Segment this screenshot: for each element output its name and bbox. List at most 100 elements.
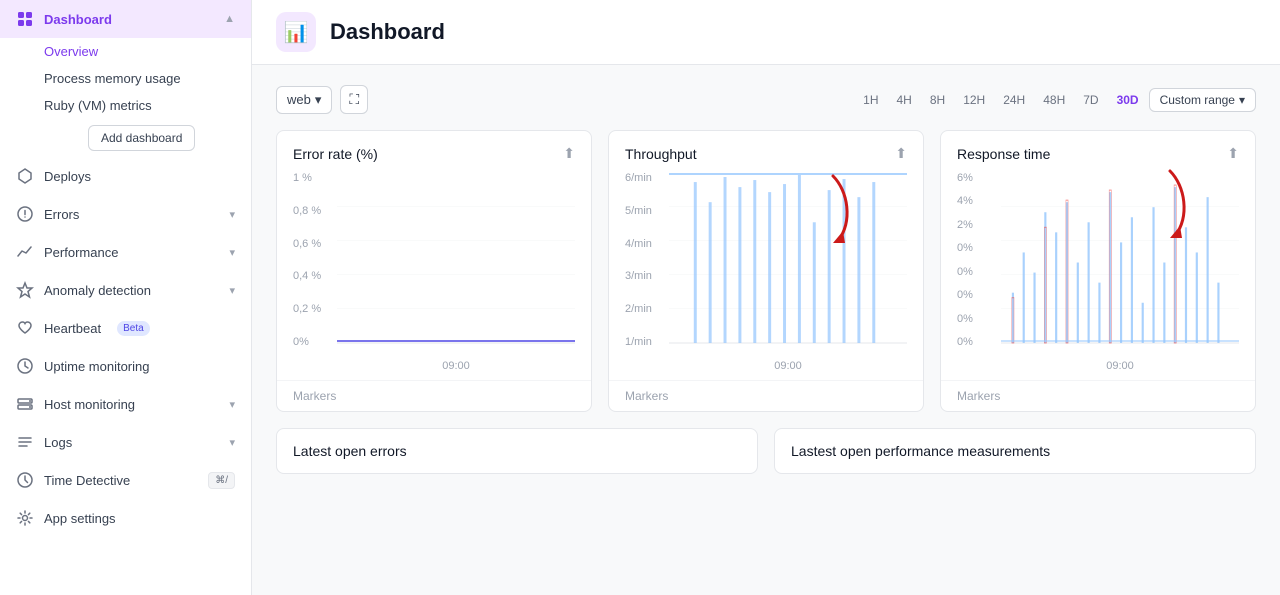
response-time-export-button[interactable]: ⬆ [1227, 145, 1239, 162]
toolbar: web ▾ ⛶ 1H 4H 8H 12H 24H 48H 7D 30D Cust… [276, 85, 1256, 114]
sidebar-item-uptime-label: Uptime monitoring [44, 359, 150, 374]
bottom-cards-row: Latest open errors Lastest open performa… [276, 428, 1256, 474]
uptime-icon [16, 357, 34, 375]
sidebar-item-errors-label: Errors [44, 207, 79, 222]
sidebar-sub-dashboard: Overview Process memory usage Ruby (VM) … [0, 38, 251, 157]
time-btn-4h[interactable]: 4H [889, 89, 920, 111]
sidebar-item-anomaly[interactable]: Anomaly detection ▾ [0, 271, 251, 309]
response-time-card-header: Response time ⬆ [941, 131, 1255, 172]
time-btn-7d[interactable]: 7D [1075, 89, 1106, 111]
sidebar-item-dashboard[interactable]: Dashboard ▲ [0, 0, 251, 38]
sidebar-item-appsettings[interactable]: App settings [0, 499, 251, 537]
dashboard-icon [16, 10, 34, 28]
time-btn-1h[interactable]: 1H [855, 89, 886, 111]
time-range-buttons: 1H 4H 8H 12H 24H 48H 7D 30D Custom range… [855, 88, 1256, 112]
sidebar-item-heartbeat-label: Heartbeat [44, 321, 101, 336]
latest-performance-title: Lastest open performance measurements [791, 443, 1239, 459]
fullscreen-button[interactable]: ⛶ [340, 85, 368, 114]
custom-range-button[interactable]: Custom range ▾ [1149, 88, 1256, 112]
logs-icon [16, 433, 34, 451]
sidebar-item-performance[interactable]: Performance ▾ [0, 233, 251, 271]
latest-errors-card: Latest open errors [276, 428, 758, 474]
sidebar-item-timedetective[interactable]: Time Detective ⌘/ [0, 461, 251, 499]
web-dropdown-arrow: ▾ [315, 92, 322, 108]
web-dropdown-label: web [287, 92, 311, 107]
heartbeat-beta-badge: Beta [117, 321, 150, 336]
sidebar-sub-overview[interactable]: Overview [44, 38, 251, 65]
sidebar-item-appsettings-label: App settings [44, 511, 116, 526]
response-time-time: 09:00 [1001, 360, 1239, 372]
chevron-down-anomaly-icon: ▾ [229, 284, 235, 297]
errors-icon [16, 205, 34, 223]
sidebar-item-host[interactable]: Host monitoring ▾ [0, 385, 251, 423]
time-btn-30d[interactable]: 30D [1109, 89, 1147, 111]
error-rate-plot [337, 172, 575, 348]
response-time-card: Response time ⬆ 6% 4% 2% 0% 0% 0% 0% [940, 130, 1256, 412]
sidebar: Dashboard ▲ Overview Process memory usag… [0, 0, 252, 595]
throughput-plot [669, 172, 907, 348]
metric-cards-row: Error rate (%) ⬆ 1 % 0,8 % 0,6 % 0,4 % 0… [276, 130, 1256, 412]
sidebar-item-dashboard-label: Dashboard [44, 12, 112, 27]
response-time-title: Response time [957, 146, 1050, 162]
throughput-title: Throughput [625, 146, 697, 162]
sidebar-sub-process-memory[interactable]: Process memory usage [44, 65, 251, 92]
sidebar-item-logs[interactable]: Logs ▾ [0, 423, 251, 461]
host-icon [16, 395, 34, 413]
chevron-down-perf-icon: ▾ [229, 246, 235, 259]
error-rate-y-labels: 1 % 0,8 % 0,6 % 0,4 % 0,2 % 0% [293, 172, 333, 348]
response-time-chart: 6% 4% 2% 0% 0% 0% 0% 0% [957, 172, 1239, 372]
main-header: 📊 Dashboard [252, 0, 1280, 65]
chevron-down-host-icon: ▾ [229, 398, 235, 411]
error-rate-export-button[interactable]: ⬆ [563, 145, 575, 162]
add-dashboard-button[interactable]: Add dashboard [88, 125, 195, 151]
response-time-plot [1001, 172, 1239, 348]
custom-range-arrow: ▾ [1239, 93, 1245, 107]
error-rate-time: 09:00 [337, 360, 575, 372]
time-btn-48h[interactable]: 48H [1035, 89, 1073, 111]
page-title: Dashboard [330, 19, 445, 45]
anomaly-icon [16, 281, 34, 299]
timedetective-icon [16, 471, 34, 489]
response-time-y-labels: 6% 4% 2% 0% 0% 0% 0% 0% [957, 172, 997, 348]
throughput-time: 09:00 [669, 360, 907, 372]
throughput-chart: 6/min 5/min 4/min 3/min 2/min 1/min [625, 172, 907, 372]
main-area: 📊 Dashboard web ▾ ⛶ 1H 4H 8H 12H 24H 48 [252, 0, 1280, 595]
error-rate-card: Error rate (%) ⬆ 1 % 0,8 % 0,6 % 0,4 % 0… [276, 130, 592, 412]
timedetective-kbd-badge: ⌘/ [208, 472, 235, 489]
sidebar-sub-ruby-vm[interactable]: Ruby (VM) metrics [44, 92, 251, 119]
time-btn-12h[interactable]: 12H [955, 89, 993, 111]
sidebar-item-uptime[interactable]: Uptime monitoring [0, 347, 251, 385]
settings-icon [16, 509, 34, 527]
throughput-export-button[interactable]: ⬆ [895, 145, 907, 162]
sidebar-item-deploys[interactable]: Deploys [0, 157, 251, 195]
error-rate-body: 1 % 0,8 % 0,6 % 0,4 % 0,2 % 0% [277, 172, 591, 380]
chevron-down-logs-icon: ▾ [229, 436, 235, 449]
response-time-body: 6% 4% 2% 0% 0% 0% 0% 0% [941, 172, 1255, 380]
response-time-footer: Markers [941, 380, 1255, 411]
throughput-body: 6/min 5/min 4/min 3/min 2/min 1/min [609, 172, 923, 380]
fullscreen-icon: ⛶ [349, 91, 359, 107]
sidebar-item-heartbeat[interactable]: Heartbeat Beta [0, 309, 251, 347]
sidebar-item-errors[interactable]: Errors ▾ [0, 195, 251, 233]
web-dropdown[interactable]: web ▾ [276, 86, 332, 114]
error-rate-footer: Markers [277, 380, 591, 411]
throughput-footer: Markers [609, 380, 923, 411]
time-btn-8h[interactable]: 8H [922, 89, 953, 111]
error-rate-chart: 1 % 0,8 % 0,6 % 0,4 % 0,2 % 0% [293, 172, 575, 372]
heartbeat-icon [16, 319, 34, 337]
performance-icon [16, 243, 34, 261]
sidebar-item-timedetective-label: Time Detective [44, 473, 130, 488]
chevron-up-icon: ▲ [224, 13, 235, 25]
main-content: web ▾ ⛶ 1H 4H 8H 12H 24H 48H 7D 30D Cust… [252, 65, 1280, 595]
error-rate-title: Error rate (%) [293, 146, 378, 162]
sidebar-item-host-label: Host monitoring [44, 397, 135, 412]
page-icon: 📊 [276, 12, 316, 52]
error-rate-card-header: Error rate (%) ⬆ [277, 131, 591, 172]
time-btn-24h[interactable]: 24H [995, 89, 1033, 111]
custom-range-label: Custom range [1160, 93, 1235, 107]
latest-errors-title: Latest open errors [293, 443, 741, 459]
throughput-card: Throughput ⬆ 6/min 5/min 4/min 3/min 2/m… [608, 130, 924, 412]
sidebar-item-anomaly-label: Anomaly detection [44, 283, 151, 298]
deploys-icon [16, 167, 34, 185]
throughput-card-header: Throughput ⬆ [609, 131, 923, 172]
